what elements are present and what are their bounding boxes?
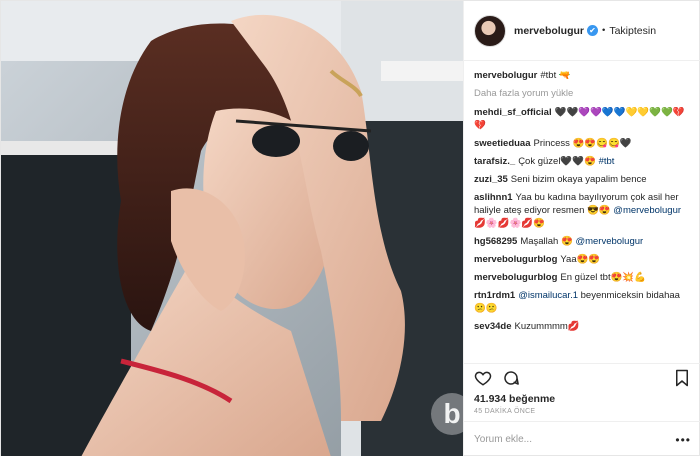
mention-link[interactable]: @mervebolugur bbox=[613, 205, 681, 216]
caption-text: #tbt 🔫 bbox=[540, 70, 571, 81]
comment-username[interactable]: zuzi_35 bbox=[474, 174, 508, 185]
header-username[interactable]: mervebolugur bbox=[514, 25, 584, 37]
avatar[interactable] bbox=[474, 14, 506, 47]
list-item: zuzi_35 Seni bizim okaya yapalim bence bbox=[474, 173, 691, 186]
list-item: aslihnn1 Yaa bu kadına bayılıyorum çok as… bbox=[474, 191, 691, 230]
comment-icon bbox=[504, 370, 519, 385]
comment-text: Seni bizim okaya yapalim bence bbox=[510, 174, 647, 185]
comment-username[interactable]: sweetieduaa bbox=[474, 138, 531, 149]
comment-text-tail: 💋🌸💋🌸💋😍 bbox=[474, 218, 545, 229]
heart-icon bbox=[474, 371, 492, 386]
photo-illustration bbox=[1, 1, 463, 456]
list-item: sev34de Kuzummmm💋 bbox=[474, 320, 691, 333]
like-count[interactable]: 41.934 beğenme bbox=[464, 391, 700, 405]
action-bar bbox=[464, 363, 700, 391]
list-item: mervebolugurblog Yaa😍😍 bbox=[474, 253, 691, 266]
like-button[interactable] bbox=[472, 367, 494, 389]
comment-username[interactable]: sev34de bbox=[474, 321, 512, 332]
comment-text: Princess 😍😍😋😋🖤 bbox=[533, 138, 632, 149]
comment-text: Kuzummmm💋 bbox=[514, 321, 580, 332]
comment-list: mervebolugur #tbt 🔫 Daha fazla yorum yükl… bbox=[464, 61, 700, 363]
comment-username[interactable]: mehdi_sf_official bbox=[474, 107, 552, 118]
post-timestamp[interactable]: 45 DAKİKA ÖNCE bbox=[464, 405, 700, 421]
post-photo[interactable]: b bbox=[1, 1, 463, 456]
list-item: mervebolugurblog En güzel tbt😍💥💪 bbox=[474, 271, 691, 284]
caption-username[interactable]: mervebolugur bbox=[474, 70, 537, 81]
hashtag-link[interactable]: #tbt bbox=[599, 156, 615, 167]
like-number: 41.934 bbox=[474, 393, 507, 405]
header-separator: • bbox=[602, 25, 606, 36]
like-label: beğenme bbox=[509, 393, 556, 405]
mention-link[interactable]: @ismailucar.1 bbox=[518, 290, 578, 301]
post-header: mervebolugur ✔ • Takiptesin bbox=[464, 1, 700, 61]
comment-username[interactable]: rtn1rdm1 bbox=[474, 290, 515, 301]
post-sidebar: mervebolugur ✔ • Takiptesin mervebolugur… bbox=[463, 1, 700, 456]
instagram-post: b mervebolugur ✔ • Takiptesin mervebolug… bbox=[0, 0, 700, 456]
comment-text: Maşallah 😍 bbox=[520, 236, 573, 247]
comment-username[interactable]: aslihnn1 bbox=[474, 192, 513, 203]
comment-button[interactable] bbox=[500, 367, 522, 389]
comment-username[interactable]: mervebolugurblog bbox=[474, 272, 557, 283]
caption: mervebolugur #tbt 🔫 bbox=[474, 69, 691, 82]
load-more-comments-link[interactable]: Daha fazla yorum yükle bbox=[474, 88, 691, 99]
comment-username[interactable]: tarafsiz._ bbox=[474, 156, 515, 167]
more-options-icon[interactable]: ••• bbox=[675, 433, 691, 447]
comment-username[interactable]: hg568295 bbox=[474, 236, 517, 247]
save-button[interactable] bbox=[671, 367, 693, 389]
comment-username[interactable]: mervebolugurblog bbox=[474, 254, 557, 265]
following-button[interactable]: Takiptesin bbox=[609, 25, 656, 37]
add-comment-bar: ••• bbox=[464, 421, 700, 456]
mention-link[interactable]: @mervebolugur bbox=[575, 236, 643, 247]
list-item: sweetieduaa Princess 😍😍😋😋🖤 bbox=[474, 137, 691, 150]
list-item: hg568295 Maşallah 😍 @mervebolugur bbox=[474, 235, 691, 248]
list-item: rtn1rdm1 @ismailucar.1 beyenmiceksin bida… bbox=[474, 289, 691, 315]
list-item: mehdi_sf_official 🖤🖤💜💜💙💙💛💛💚💚💔💔 bbox=[474, 106, 691, 132]
comment-text: Çok güzel🖤🖤😍 bbox=[518, 156, 596, 167]
bookmark-icon bbox=[676, 369, 688, 386]
comment-text: En güzel tbt😍💥💪 bbox=[560, 272, 647, 283]
comment-input[interactable] bbox=[474, 434, 654, 445]
list-item: tarafsiz._ Çok güzel🖤🖤😍 #tbt bbox=[474, 155, 691, 168]
comment-text: Yaa😍😍 bbox=[560, 254, 601, 265]
verified-badge-icon: ✔ bbox=[587, 25, 599, 36]
